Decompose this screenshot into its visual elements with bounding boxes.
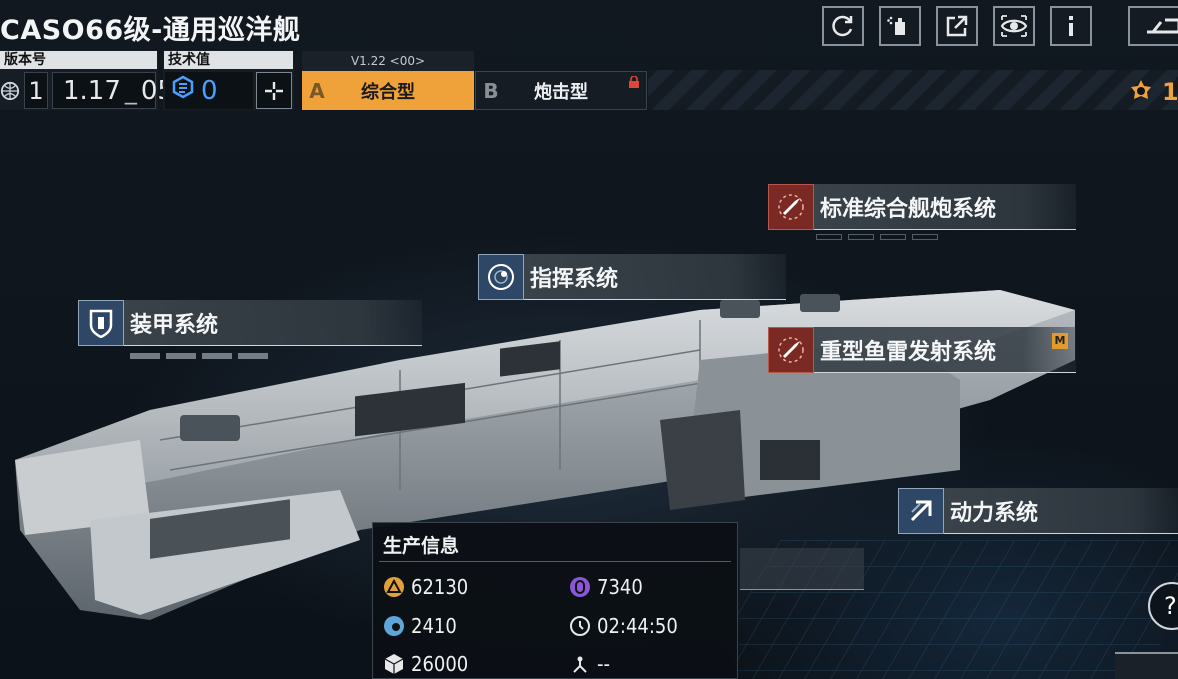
- command-points-cost: 26000: [383, 652, 468, 676]
- tab-b-label: 炮击型: [534, 81, 588, 103]
- exit-icon[interactable]: [1128, 6, 1178, 46]
- tech-value: 0: [201, 75, 218, 106]
- shell-icon: [768, 184, 814, 230]
- ship-title: CASO66级-通用巡洋舰: [0, 15, 301, 46]
- version-major: 1: [24, 72, 48, 109]
- tab-b-letter: B: [483, 78, 499, 103]
- metal-icon: [383, 576, 405, 598]
- tab-a-label: 综合型: [361, 81, 415, 103]
- credits-value: 18: [1162, 78, 1178, 106]
- extra-value: --: [597, 652, 610, 676]
- production-title: 生产信息: [383, 535, 460, 557]
- system-main-gun[interactable]: 标准综合舰炮系统: [768, 184, 1076, 230]
- engine-icon: [898, 488, 944, 534]
- version-number: 1.17 _ 05: [52, 72, 174, 109]
- star-badge-icon: [1131, 80, 1151, 99]
- system-armor-label: 装甲系统: [124, 300, 422, 346]
- divider: [379, 561, 731, 562]
- version-value: 1.17: [63, 75, 121, 106]
- add-tech-button[interactable]: [256, 72, 292, 109]
- crosshair-plus-icon: [265, 81, 283, 100]
- crystal-value: 7340: [597, 575, 643, 599]
- system-command-label: 指挥系统: [524, 254, 786, 300]
- tech-value-field: 0: [165, 72, 253, 109]
- deuterium-cost: 2410: [383, 614, 457, 638]
- system-power-label: 动力系统: [944, 488, 1178, 534]
- shell-icon: [768, 327, 814, 373]
- crystal-icon: [569, 576, 591, 598]
- tech-label: 技术值: [164, 51, 293, 69]
- system-main-gun-label: 标准综合舰炮系统: [814, 184, 1076, 230]
- version-label: 版本号: [0, 51, 157, 69]
- globe-icon: [0, 76, 20, 106]
- tab-variant-a[interactable]: A 综合型: [302, 71, 474, 110]
- corner-button[interactable]: [1115, 652, 1178, 679]
- system-power[interactable]: 动力系统: [898, 488, 1178, 534]
- system-torpedo-label: 重型鱼雷发射系统: [814, 327, 1076, 373]
- view-eye-icon[interactable]: [993, 6, 1035, 46]
- deuterium-value: 2410: [411, 614, 457, 638]
- lock-icon: [629, 76, 639, 88]
- tripod-icon: [569, 653, 591, 675]
- hidden-system-label: [740, 548, 864, 590]
- tech-icon: [171, 75, 195, 106]
- credits-display: 18: [1128, 78, 1178, 106]
- hexagon-icon: [383, 653, 405, 675]
- top-toolbar: [822, 6, 1092, 46]
- variant-version-tag: V1.22 <00>: [302, 51, 474, 71]
- share-export-icon[interactable]: [936, 6, 978, 46]
- crystal-cost: 7340: [569, 575, 643, 599]
- metal-cost: 62130: [383, 575, 468, 599]
- info-icon[interactable]: [1050, 6, 1092, 46]
- paint-spray-icon[interactable]: [879, 6, 921, 46]
- deuterium-icon: [383, 615, 405, 637]
- main-gun-level-pips: [816, 234, 938, 240]
- tab-a-letter: A: [309, 78, 325, 103]
- tab-variant-b[interactable]: B 炮击型: [475, 71, 647, 110]
- clock-icon: [569, 615, 591, 637]
- radar-icon: [478, 254, 524, 300]
- build-time: 02:44:50: [569, 614, 678, 638]
- system-command[interactable]: 指挥系统: [478, 254, 786, 300]
- top-hatched-bar: [648, 70, 1178, 110]
- command-points-value: 26000: [411, 652, 469, 676]
- metal-value: 62130: [411, 575, 469, 599]
- system-armor[interactable]: 装甲系统: [78, 300, 422, 346]
- shield-icon: [78, 300, 124, 346]
- refresh-icon[interactable]: [822, 6, 864, 46]
- system-torpedo[interactable]: 重型鱼雷发射系统: [768, 327, 1076, 373]
- extra-stat: --: [569, 652, 610, 676]
- production-panel: 生产信息 62130 7340 2410 02:44:50 26000 --: [372, 522, 738, 679]
- armor-level-pips: [130, 353, 268, 359]
- module-tag: M: [1052, 333, 1068, 349]
- time-value: 02:44:50: [597, 614, 678, 638]
